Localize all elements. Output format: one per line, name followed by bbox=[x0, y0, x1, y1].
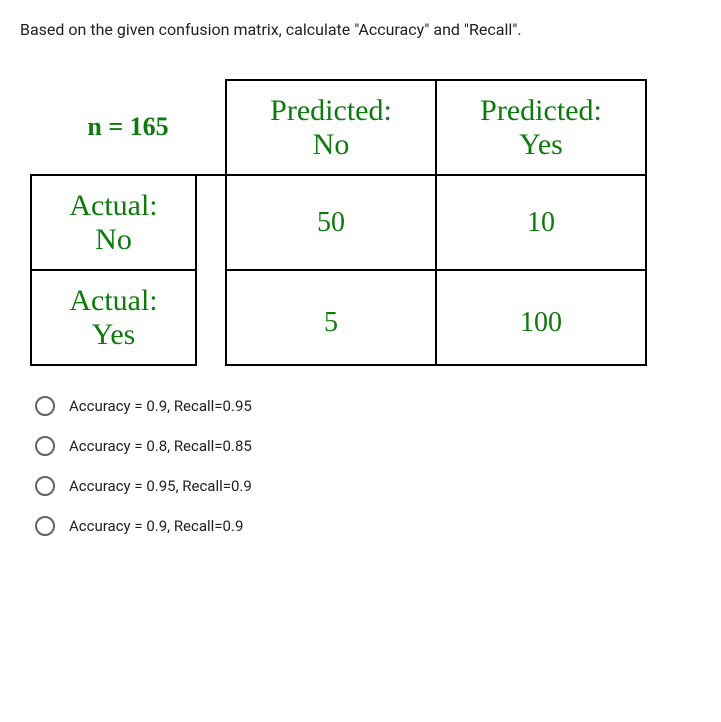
option-label: Accuracy = 0.9, Recall=0.95 bbox=[69, 397, 252, 415]
matrix-header-pred-no: Predicted:No bbox=[226, 80, 436, 175]
matrix-header-pred-yes: Predicted:Yes bbox=[436, 80, 646, 175]
matrix-cell-fp: 10 bbox=[436, 175, 646, 270]
matrix-cell-tn: 50 bbox=[226, 175, 436, 270]
radio-icon bbox=[35, 396, 55, 416]
question-text: Based on the given confusion matrix, cal… bbox=[20, 20, 701, 39]
radio-icon bbox=[35, 436, 55, 456]
option-3[interactable]: Accuracy = 0.95, Recall=0.9 bbox=[35, 476, 701, 496]
matrix-spacer bbox=[196, 175, 226, 270]
options-list: Accuracy = 0.9, Recall=0.95 Accuracy = 0… bbox=[20, 396, 701, 536]
radio-icon bbox=[35, 516, 55, 536]
radio-icon bbox=[35, 476, 55, 496]
option-label: Accuracy = 0.8, Recall=0.85 bbox=[69, 437, 252, 455]
matrix-spacer bbox=[196, 270, 226, 365]
option-4[interactable]: Accuracy = 0.9, Recall=0.9 bbox=[35, 516, 701, 536]
matrix-header-actual-no: Actual:No bbox=[31, 175, 196, 270]
matrix-cell-tp: 100 bbox=[436, 270, 646, 365]
option-label: Accuracy = 0.9, Recall=0.9 bbox=[69, 517, 243, 535]
option-2[interactable]: Accuracy = 0.8, Recall=0.85 bbox=[35, 436, 701, 456]
confusion-matrix: n = 165 Predicted:No Predicted:Yes Actua… bbox=[30, 79, 701, 366]
matrix-n-label: n = 165 bbox=[31, 80, 226, 175]
option-1[interactable]: Accuracy = 0.9, Recall=0.95 bbox=[35, 396, 701, 416]
matrix-header-actual-yes: Actual:Yes bbox=[31, 270, 196, 365]
matrix-cell-fn: 5 bbox=[226, 270, 436, 365]
option-label: Accuracy = 0.95, Recall=0.9 bbox=[69, 477, 252, 495]
